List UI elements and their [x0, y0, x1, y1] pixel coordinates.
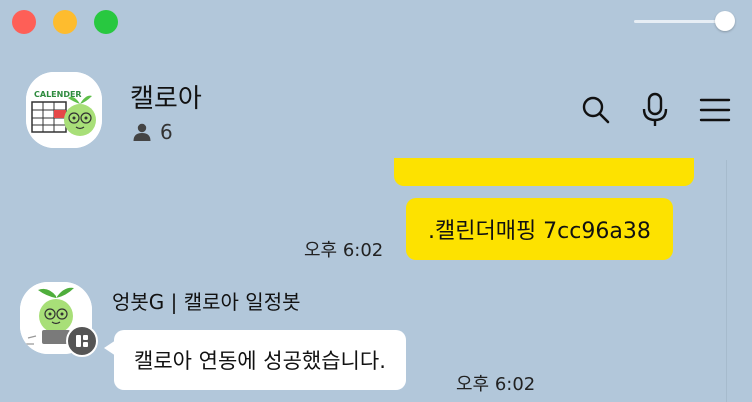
- opacity-slider-track[interactable]: [634, 20, 726, 23]
- opacity-slider-handle[interactable]: [715, 11, 735, 31]
- dashboard-icon: [76, 335, 88, 347]
- close-window-button[interactable]: [12, 10, 36, 34]
- bot-message-bubble[interactable]: 캘로아 연동에 성공했습니다.: [114, 330, 406, 390]
- room-title: 캘로아: [130, 84, 202, 114]
- my-message-bubble[interactable]: .캘린더매핑 7cc96a38: [406, 198, 673, 260]
- previous-message-bubble[interactable]: [394, 158, 694, 186]
- message-time: 오후 6:02: [304, 240, 384, 261]
- menu-button[interactable]: [698, 92, 732, 128]
- avatar-logo-text: CALENDER: [34, 90, 82, 99]
- message-text: 캘로아 연동에 성공했습니다.: [134, 349, 386, 373]
- calendar-mascot-image: CALENDER: [26, 72, 102, 148]
- menu-icon: [699, 98, 731, 122]
- chat-scrollbar[interactable]: [726, 160, 752, 402]
- message-text: .캘린더매핑 7cc96a38: [428, 219, 651, 244]
- search-button[interactable]: [579, 92, 613, 128]
- zoom-window-button[interactable]: [94, 10, 118, 34]
- minimize-window-button[interactable]: [53, 10, 77, 34]
- microphone-icon: [642, 92, 668, 126]
- person-icon: [133, 123, 151, 141]
- sender-name: 엉봇G | 캘로아 일정봇: [112, 290, 301, 314]
- message-time: 오후 6:02: [456, 374, 536, 395]
- bot-badge-icon: [66, 325, 98, 357]
- search-icon: [582, 96, 610, 124]
- voice-call-button[interactable]: [638, 92, 672, 128]
- member-count[interactable]: 6: [132, 120, 173, 144]
- member-count-value: 6: [160, 120, 173, 144]
- room-avatar[interactable]: CALENDER: [26, 72, 102, 148]
